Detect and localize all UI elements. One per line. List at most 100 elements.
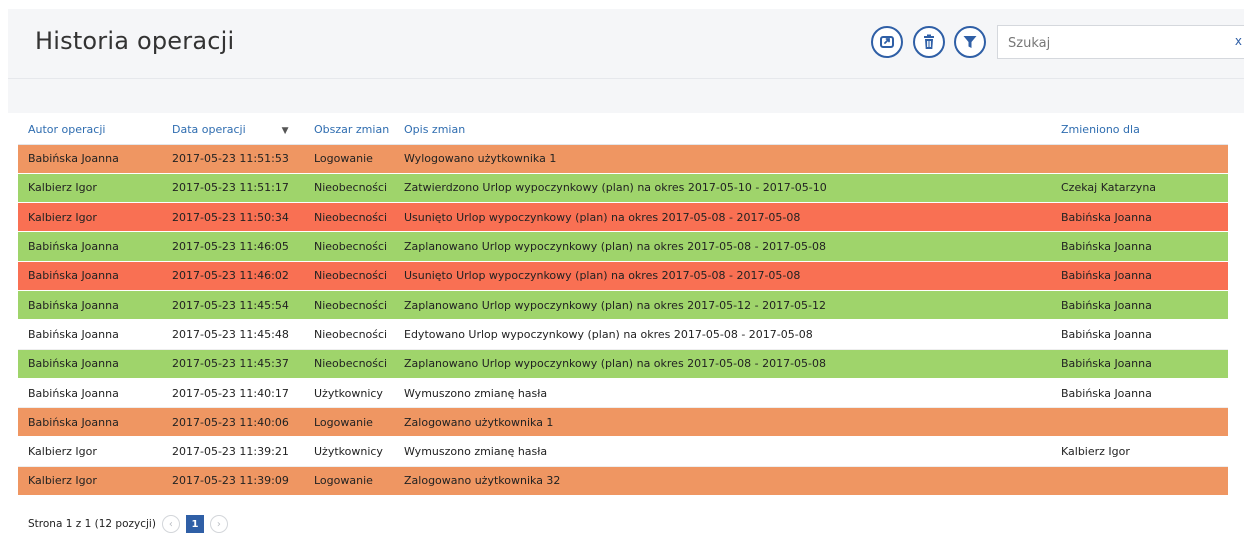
table-row[interactable]: Kalbierz Igor 2017-05-23 11:51:17 Nieobecn… — [18, 173, 1228, 204]
cell-author: Babińska Joanna — [18, 319, 162, 350]
cell-area: Nieobecności — [304, 319, 394, 350]
prev-page-button[interactable]: ‹ — [161, 515, 180, 533]
filter-button[interactable] — [954, 26, 986, 58]
table-row[interactable]: Babińska Joanna 2017-05-23 11:45:37 Nieobe… — [18, 349, 1228, 379]
cell-date: 2017-05-23 11:39:09 — [162, 466, 304, 497]
cell-area: Logowanie — [304, 407, 394, 438]
top-strip — [0, 0, 1244, 9]
cell-area: Nieobecności — [304, 349, 394, 379]
cell-changed-for: Babińska Joanna — [1051, 231, 1228, 262]
cell-description: Zalogowano użytkownika 1 — [394, 407, 1051, 438]
column-header-date[interactable]: Data operacji ▼ — [162, 115, 304, 145]
cell-author: Babińska Joanna — [18, 261, 162, 291]
search-box: x — [997, 25, 1244, 59]
page-title: Historia operacji — [35, 27, 235, 55]
cell-date: 2017-05-23 11:46:02 — [162, 261, 304, 291]
table-row[interactable]: Kalbierz Igor 2017-05-23 11:39:09 Logowani… — [18, 466, 1228, 497]
cell-author: Babińska Joanna — [18, 290, 162, 321]
column-header-area[interactable]: Obszar zmian — [304, 115, 394, 145]
cell-date: 2017-05-23 11:45:54 — [162, 290, 304, 321]
cell-changed-for — [1051, 466, 1228, 497]
cell-description: Usunięto Urlop wypoczynkowy (plan) na ok… — [394, 261, 1051, 291]
cell-description: Usunięto Urlop wypoczynkowy (plan) na ok… — [394, 202, 1051, 233]
cell-date: 2017-05-23 11:50:34 — [162, 202, 304, 233]
cell-date: 2017-05-23 11:40:06 — [162, 407, 304, 438]
cell-area: Logowanie — [304, 144, 394, 174]
cell-changed-for: Babińska Joanna — [1051, 319, 1228, 350]
cell-date: 2017-05-23 11:46:05 — [162, 231, 304, 262]
table-row[interactable]: Kalbierz Igor 2017-05-23 11:39:21 Użytkown… — [18, 436, 1228, 467]
column-header-author[interactable]: Autor operacji — [18, 115, 162, 145]
export-button[interactable] — [871, 26, 903, 58]
column-header-label: Obszar zmian — [314, 122, 390, 136]
column-header-description[interactable]: Opis zmian — [394, 115, 1051, 145]
operations-table: Autor operacji Data operacji ▼ Obszar zmi… — [18, 115, 1228, 497]
table-row[interactable]: Babińska Joanna 2017-05-23 11:40:06 Logowa… — [18, 407, 1228, 438]
cell-author: Kalbierz Igor — [18, 436, 162, 467]
cell-author: Babińska Joanna — [18, 349, 162, 379]
table-row[interactable]: Babińska Joanna 2017-05-23 11:46:05 Nieobe… — [18, 231, 1228, 262]
cell-changed-for — [1051, 407, 1228, 438]
cell-area: Nieobecności — [304, 231, 394, 262]
cell-date: 2017-05-23 11:51:17 — [162, 173, 304, 204]
cell-description: Edytowano Urlop wypoczynkowy (plan) na o… — [394, 319, 1051, 350]
cell-description: Zaplanowano Urlop wypoczynkowy (plan) na… — [394, 231, 1051, 262]
cell-date: 2017-05-23 11:45:48 — [162, 319, 304, 350]
cell-description: Zaplanowano Urlop wypoczynkowy (plan) na… — [394, 349, 1051, 379]
page-button-current[interactable]: 1 — [185, 515, 204, 533]
cell-area: Nieobecności — [304, 290, 394, 321]
cell-author: Babińska Joanna — [18, 231, 162, 262]
cell-changed-for — [1051, 144, 1228, 174]
pagination: Strona 1 z 1 (12 pozycji) ‹ 1 › — [18, 511, 228, 537]
cell-author: Kalbierz Igor — [18, 173, 162, 204]
cell-author: Babińska Joanna — [18, 407, 162, 438]
cell-date: 2017-05-23 11:39:21 — [162, 436, 304, 467]
cell-changed-for: Babińska Joanna — [1051, 261, 1228, 291]
table-header-row: Autor operacji Data operacji ▼ Obszar zmi… — [18, 115, 1228, 145]
search-clear-button[interactable]: x — [1235, 34, 1242, 48]
cell-description: Zaplanowano Urlop wypoczynkowy (plan) na… — [394, 290, 1051, 321]
delete-icon — [924, 34, 934, 49]
cell-area: Użytkownicy — [304, 378, 394, 409]
cell-area: Logowanie — [304, 466, 394, 497]
table-row[interactable]: Babińska Joanna 2017-05-23 11:45:48 Nieobe… — [18, 319, 1228, 350]
cell-changed-for: Kalbierz Igor — [1051, 436, 1228, 467]
toolbar-spacer — [8, 79, 1244, 113]
cell-author: Kalbierz Igor — [18, 466, 162, 497]
search-input[interactable] — [1008, 32, 1208, 54]
table-body: Babińska Joanna 2017-05-23 11:51:53 Logowa… — [18, 144, 1228, 497]
cell-author: Babińska Joanna — [18, 378, 162, 409]
table-row[interactable]: Kalbierz Igor 2017-05-23 11:50:34 Nieobecn… — [18, 202, 1228, 233]
cell-author: Kalbierz Igor — [18, 202, 162, 233]
cell-date: 2017-05-23 11:45:37 — [162, 349, 304, 379]
cell-changed-for: Czekaj Katarzyna — [1051, 173, 1228, 204]
page: Historia operacji x — [0, 0, 1244, 544]
table-row[interactable]: Babińska Joanna 2017-05-23 11:45:54 Nieobe… — [18, 290, 1228, 321]
next-page-button[interactable]: › — [209, 515, 228, 533]
table-row[interactable]: Babińska Joanna 2017-05-23 11:40:17 Użytko… — [18, 378, 1228, 409]
cell-changed-for: Babińska Joanna — [1051, 202, 1228, 233]
table-row[interactable]: Babińska Joanna 2017-05-23 11:46:02 Nieobe… — [18, 261, 1228, 291]
pagination-summary: Strona 1 z 1 (12 pozycji) — [28, 518, 156, 530]
delete-button[interactable] — [913, 26, 945, 58]
column-header-label: Data operacji — [172, 122, 246, 136]
cell-description: Wymuszono zmianę hasła — [394, 378, 1051, 409]
cell-changed-for: Babińska Joanna — [1051, 290, 1228, 321]
cell-date: 2017-05-23 11:40:17 — [162, 378, 304, 409]
column-header-label: Opis zmian — [404, 122, 466, 136]
cell-date: 2017-05-23 11:51:53 — [162, 144, 304, 174]
table-row[interactable]: Babińska Joanna 2017-05-23 11:51:53 Logowa… — [18, 144, 1228, 174]
filter-icon — [963, 36, 977, 48]
header-bar: Historia operacji x — [8, 9, 1244, 79]
cell-area: Użytkownicy — [304, 436, 394, 467]
cell-changed-for: Babińska Joanna — [1051, 349, 1228, 379]
cell-description: Zalogowano użytkownika 32 — [394, 466, 1051, 497]
cell-description: Zatwierdzono Urlop wypoczynkowy (plan) n… — [394, 173, 1051, 204]
cell-description: Wymuszono zmianę hasła — [394, 436, 1051, 467]
column-header-label: Zmieniono dla — [1061, 122, 1140, 136]
cell-changed-for: Babińska Joanna — [1051, 378, 1228, 409]
sort-desc-icon: ▼ — [281, 125, 289, 136]
column-header-changed-for[interactable]: Zmieniono dla — [1051, 115, 1228, 145]
cell-description: Wylogowano użytkownika 1 — [394, 144, 1051, 174]
cell-area: Nieobecności — [304, 261, 394, 291]
